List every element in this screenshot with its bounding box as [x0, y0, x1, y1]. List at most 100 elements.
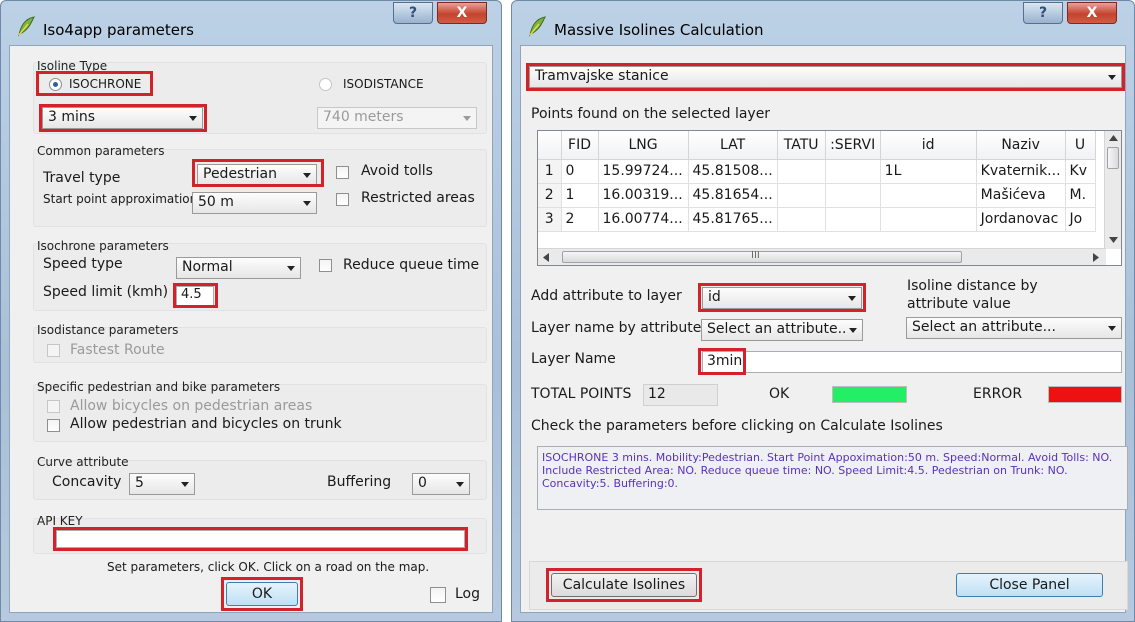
row-number: 1 [538, 159, 562, 184]
group-label: Common parameters [37, 144, 165, 158]
row-number: 2 [538, 183, 562, 208]
table-cell[interactable] [777, 159, 826, 184]
distance-select[interactable]: 740 meters [317, 107, 477, 129]
grip-glyph: III [751, 250, 760, 261]
avoid-tolls-checkbox[interactable] [336, 166, 349, 179]
table-cell[interactable]: 45.81654... [688, 183, 778, 208]
buffering-value: 0 [418, 475, 427, 491]
highlight-box [698, 348, 746, 375]
help-button[interactable]: ? [393, 2, 433, 24]
fastest-route-label: Fastest Route [70, 342, 165, 358]
vertical-scrollbar[interactable] [1104, 131, 1121, 249]
column-header[interactable]: :SERVI [825, 131, 881, 160]
reduce-queue-checkbox[interactable] [319, 259, 332, 272]
massive-isolines-window: Massive Isolines Calculation ? X Tramvaj… [511, 0, 1135, 622]
column-header[interactable]: FID [561, 131, 599, 160]
dialog-body: Isoline Type ISOCHRONE ISODISTANCE 3 min… [9, 45, 493, 613]
horizontal-scrollbar[interactable]: III [538, 248, 1106, 265]
add-attribute-label: Add attribute to layer [531, 288, 682, 304]
table-cell[interactable]: 45.81508... [688, 159, 778, 184]
scroll-thumb[interactable] [1107, 147, 1119, 169]
table-cell[interactable]: Jo [1065, 207, 1096, 232]
points-found-label: Points found on the selected layer [531, 106, 771, 122]
fastest-route-checkbox[interactable] [47, 344, 60, 357]
table-cell[interactable]: 1L [880, 159, 977, 184]
column-header[interactable]: LAT [688, 131, 778, 160]
highlight-box [53, 527, 468, 551]
title-bar[interactable]: Iso4app parameters ? X [1, 1, 501, 45]
table-cell[interactable] [880, 183, 977, 208]
group-label: Curve attribute [37, 455, 129, 469]
table-cell[interactable]: Kvaternik... [976, 159, 1066, 184]
title-bar[interactable]: Massive Isolines Calculation ? X [512, 1, 1134, 45]
table-cell[interactable] [825, 207, 881, 232]
chevron-down-icon [849, 328, 857, 333]
scroll-up-icon[interactable] [1109, 135, 1118, 141]
table-cell[interactable] [825, 159, 881, 184]
points-table[interactable]: FID LNG LAT TATU :SERVI id Naziv U 1 0 1 [537, 130, 1122, 266]
isoline-distance-value: Select an attribute... [912, 319, 1056, 335]
scroll-right-icon[interactable] [1093, 253, 1099, 262]
table-cell[interactable]: 16.00319... [598, 183, 689, 208]
table-cell[interactable]: Mašićeva [976, 183, 1066, 208]
start-point-select[interactable]: 50 m [192, 192, 317, 214]
table-cell[interactable]: M. [1065, 183, 1096, 208]
table-cell[interactable]: 15.99724... [598, 159, 689, 184]
corner-header [538, 131, 562, 160]
column-header[interactable]: TATU [777, 131, 826, 160]
table-cell[interactable] [880, 207, 977, 232]
chevron-down-icon [456, 482, 464, 487]
table-row[interactable]: 3 2 16.00774... 45.81765... Jordanovac J… [538, 207, 1096, 232]
isodistance-label: ISODISTANCE [343, 77, 424, 91]
table-cell[interactable]: 16.00774... [598, 207, 689, 232]
distance-select-value: 740 meters [323, 109, 404, 125]
chevron-down-icon [1108, 326, 1116, 331]
buffering-select[interactable]: 0 [412, 473, 470, 495]
highlight-box [526, 63, 1125, 91]
close-panel-button[interactable]: Close Panel [956, 573, 1103, 597]
concavity-select[interactable]: 5 [129, 473, 195, 495]
group-label: Isochrone parameters [37, 239, 169, 253]
highlight-box [173, 283, 218, 308]
layer-name-by-attribute-label: Layer name by attribute [531, 320, 702, 336]
table-cell[interactable] [777, 207, 826, 232]
table-cell[interactable]: Jordanovac [976, 207, 1066, 232]
speed-type-select[interactable]: Normal [176, 257, 301, 279]
table-cell[interactable]: 1 [561, 183, 599, 208]
log-checkbox[interactable] [430, 587, 446, 603]
scroll-left-icon[interactable] [543, 253, 549, 262]
layer-name-input[interactable]: 3min [702, 351, 1122, 373]
table-cell[interactable]: 2 [561, 207, 599, 232]
layer-name-by-attribute-select[interactable]: Select an attribute.. [701, 319, 863, 341]
close-button[interactable]: X [1067, 2, 1117, 24]
buffering-label: Buffering [327, 474, 392, 490]
restricted-areas-checkbox[interactable] [336, 193, 349, 206]
isoline-distance-select[interactable]: Select an attribute... [906, 317, 1122, 339]
table-cell[interactable] [777, 183, 826, 208]
scroll-thumb[interactable]: III [562, 250, 962, 263]
column-header[interactable]: Naziv [976, 131, 1066, 160]
close-button[interactable]: X [437, 2, 487, 24]
scroll-down-icon[interactable] [1109, 237, 1118, 243]
column-header[interactable]: id [880, 131, 977, 160]
table-row[interactable]: 2 1 16.00319... 45.81654... Mašićeva M. [538, 183, 1096, 208]
highlight-box [192, 159, 324, 187]
isoline-distance-label: Isoline distance by [907, 278, 1038, 294]
isodistance-radio[interactable] [319, 78, 332, 91]
table-cell[interactable]: 45.81765... [688, 207, 778, 232]
column-header[interactable]: LNG [598, 131, 689, 160]
total-points-value: 12 [643, 384, 718, 406]
points-grid: FID LNG LAT TATU :SERVI id Naziv U 1 0 1 [538, 131, 1096, 232]
allow-bicycles-checkbox[interactable] [47, 400, 60, 413]
table-row[interactable]: 1 0 15.99724... 45.81508... 1L Kvaternik… [538, 159, 1096, 184]
isoline-distance-label-2: attribute value [907, 296, 1011, 312]
row-number: 3 [538, 207, 562, 232]
column-header[interactable]: U [1065, 131, 1096, 160]
table-cell[interactable] [825, 183, 881, 208]
allow-bicycles-label: Allow bicycles on pedestrian areas [70, 398, 313, 414]
table-cell[interactable]: 0 [561, 159, 599, 184]
highlight-box [39, 104, 207, 132]
allow-trunk-checkbox[interactable] [47, 419, 60, 432]
help-button[interactable]: ? [1023, 2, 1063, 24]
table-cell[interactable]: Kv [1065, 159, 1096, 184]
